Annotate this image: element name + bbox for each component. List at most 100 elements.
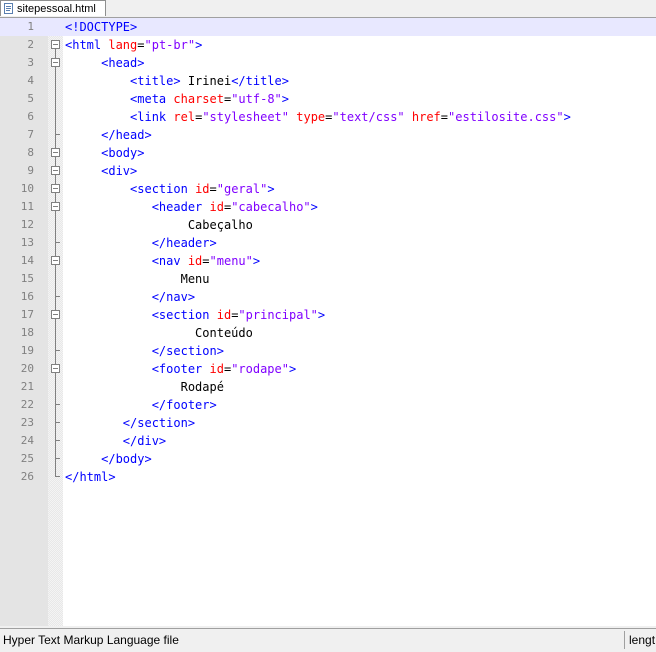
fold-toggle-icon[interactable] [51,202,60,211]
html-file-icon [4,3,14,14]
line-number: 9 [27,164,34,177]
fold-line [55,243,56,252]
code-line[interactable]: 19 </section> [0,342,656,360]
code-line[interactable]: 2 <html lang="pt-br"> [0,36,656,54]
line-number: 20 [20,362,34,375]
code-line[interactable]: 1 <!DOCTYPE> [0,18,656,36]
line-number: 23 [20,416,34,429]
code-line[interactable]: 5 <meta charset="utf-8"> [0,90,656,108]
code-line[interactable]: 26 </html> [0,468,656,486]
fold-line [55,351,56,360]
code-text: Cabeçalho [187,218,253,232]
fold-line [55,297,56,306]
fold-line [55,423,56,432]
line-number: 22 [20,398,34,411]
code-text: <title> Irinei</title> [130,74,289,88]
fold-toggle-icon[interactable] [51,184,60,193]
code-line[interactable]: 13 </header> [0,234,656,252]
code-line[interactable]: 9 <div> [0,162,656,180]
fold-end-marker [55,234,60,243]
code-text: <section id="principal"> [151,308,326,322]
line-number: 25 [20,452,34,465]
code-line[interactable]: 17 <section id="principal"> [0,306,656,324]
fold-line [55,72,56,90]
fold-toggle-icon[interactable] [51,364,60,373]
line-number: 15 [20,272,34,285]
fold-line [55,90,56,108]
fold-toggle-icon[interactable] [51,148,60,157]
code-text: Conteúdo [195,326,253,340]
code-text: Rodapé [180,380,224,394]
code-line[interactable]: 14 <nav id="menu"> [0,252,656,270]
code-text: </section> [122,416,196,430]
code-line[interactable]: 10 <section id="geral"> [0,180,656,198]
line-number: 11 [20,200,34,213]
fold-end-marker [55,432,60,441]
code-line[interactable]: 16 </nav> [0,288,656,306]
fold-line [55,459,56,468]
code-line[interactable]: 12 Cabeçalho [0,216,656,234]
line-number: 24 [20,434,34,447]
line-number: 12 [20,218,34,231]
line-number: 3 [27,56,34,69]
code-line[interactable]: 4 <title> Irinei</title> [0,72,656,90]
fold-end-marker [55,450,60,459]
code-line[interactable]: 25 </body> [0,450,656,468]
line-number: 10 [20,182,34,195]
code-editor[interactable]: 1 <!DOCTYPE> 2 <html lang="pt-br"> 3 <head> 4… [0,18,656,626]
code-text: </section> [151,344,224,358]
line-number: 19 [20,344,34,357]
line-number: 7 [27,128,34,141]
code-text: </body> [101,452,152,466]
line-number: 8 [27,146,34,159]
line-number: 4 [27,74,34,87]
code-line[interactable]: 22 </footer> [0,396,656,414]
code-line[interactable]: 3 <head> [0,54,656,72]
tab-bar: sitepessoal.html [0,0,656,18]
fold-toggle-icon[interactable] [51,58,60,67]
code-line[interactable]: 18 Conteúdo [0,324,656,342]
code-line[interactable]: 24 </div> [0,432,656,450]
code-text: <!DOCTYPE> [65,20,138,34]
fold-toggle-icon[interactable] [51,256,60,265]
code-line[interactable]: 20 <footer id="rodape"> [0,360,656,378]
code-text: <body> [101,146,145,160]
code-line[interactable]: 21 Rodapé [0,378,656,396]
code-text: </header> [151,236,217,250]
tab-label: sitepessoal.html [17,2,96,15]
fold-end-marker [55,468,60,477]
line-number: 13 [20,236,34,249]
code-text: <link rel="stylesheet" type="text/css" h… [130,110,571,124]
fold-line [55,378,56,396]
line-number: 14 [20,254,34,267]
code-line[interactable]: 7 </head> [0,126,656,144]
code-line[interactable]: 8 <body> [0,144,656,162]
code-text: <header id="cabecalho"> [151,200,318,214]
line-number: 26 [20,470,34,483]
code-text: </footer> [151,398,217,412]
code-text: </nav> [151,290,196,304]
code-text: <section id="geral"> [130,182,275,196]
code-text: Menu [180,272,210,286]
fold-line [55,324,56,342]
line-number: 18 [20,326,34,339]
fold-line [55,270,56,288]
status-file-type: Hyper Text Markup Language file [3,633,179,647]
code-text: <div> [101,164,138,178]
fold-end-marker [55,126,60,135]
code-line[interactable]: 11 <header id="cabecalho"> [0,198,656,216]
fold-toggle-icon[interactable] [51,40,60,49]
fold-toggle-icon[interactable] [51,310,60,319]
code-line[interactable]: 6 <link rel="stylesheet" type="text/css"… [0,108,656,126]
fold-line [55,441,56,450]
fold-toggle-icon[interactable] [51,166,60,175]
code-line[interactable]: 23 </section> [0,414,656,432]
tab-sitepessoal[interactable]: sitepessoal.html [0,0,106,16]
status-bar: Hyper Text Markup Language file lengt [0,628,656,652]
code-line[interactable]: 15 Menu [0,270,656,288]
code-text: <nav id="menu"> [151,254,261,268]
fold-end-marker [55,342,60,351]
fold-line [55,135,56,144]
fold-line [55,216,56,234]
line-number: 5 [27,92,34,105]
